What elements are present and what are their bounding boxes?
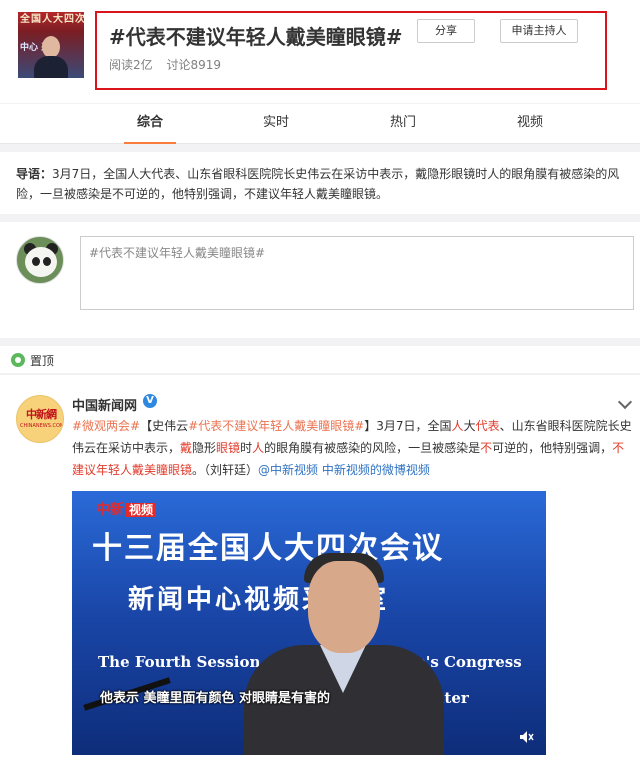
post-link[interactable]: @中新视频 [258, 463, 318, 477]
post-text-segment: 【史伟云 [140, 419, 189, 433]
post-link[interactable]: 中新视频的微博视频 [322, 463, 430, 477]
topic-intro: 导语：3月7日，全国人大代表、山东省眼科医院院长史伟云在采访中表示，戴隐形眼镜时… [0, 152, 640, 214]
compose-textarea[interactable]: #代表不建议年轻人戴美瞳眼镜# [80, 236, 634, 310]
post-text-segment: 眼镜 [216, 441, 241, 455]
post-text: #微观两会#【史伟云#代表不建议年轻人戴美瞳眼镜#】3月7日，全国人大代表、山东… [72, 415, 632, 481]
post-text-segment: 】3月7日，全国 [364, 419, 452, 433]
watermark-tag: 视频 [126, 503, 157, 517]
author-name[interactable]: 中国新闻网 [72, 395, 137, 414]
topic-tabs: 综合 实时 热门 视频 [0, 104, 640, 144]
verified-icon: V [143, 394, 157, 408]
panda-eye-left [32, 257, 40, 266]
video-title-line1: 十三届全国人大四次会议 [92, 531, 444, 566]
post-text-segment: 的眼角膜有被感染的风险，一旦被感染是 [264, 441, 481, 455]
topic-thumbnail[interactable]: 全国人大四次 中心 采访 [18, 12, 84, 78]
post-text-segment: 可逆的，他特别强调， [492, 441, 613, 455]
topic-header: 全国人大四次 中心 采访 #代表不建议年轻人戴美瞳眼镜# 阅读2亿 讨论8919… [0, 0, 640, 103]
post-link[interactable]: #代表不建议年轻人戴美瞳眼镜# [188, 419, 364, 433]
apply-host-button[interactable]: 申请主持人 [500, 19, 578, 43]
feed-post: 中新網 CHINANEWS.COM 中国新闻网 V #微观两会#【史伟云#代表不… [0, 375, 640, 761]
pinned-label: 置顶 [30, 354, 55, 368]
thumb-person-head [42, 36, 60, 58]
author-avatar[interactable]: 中新網 CHINANEWS.COM [16, 395, 64, 443]
tab-hot[interactable]: 热门 [373, 104, 433, 144]
mute-icon[interactable] [518, 729, 534, 745]
author-avatar-sub: CHINANEWS.COM [20, 423, 64, 429]
post-text-segment: 时 [240, 441, 253, 455]
panda-face [25, 247, 57, 277]
thumb-caption-top: 全国人大四次 [20, 14, 84, 25]
video-person-head [308, 561, 380, 653]
post-text-segment: 隐形 [192, 441, 217, 455]
topic-stats: 阅读2亿 讨论8919 [109, 56, 231, 73]
topic-page: 全国人大四次 中心 采访 #代表不建议年轻人戴美瞳眼镜# 阅读2亿 讨论8919… [0, 0, 640, 761]
post-text-segment: 大 [463, 419, 476, 433]
video-watermark: 中新 视频 [96, 499, 157, 519]
post-text-segment: 代表 [475, 419, 500, 433]
post-text-segment: 人 [451, 419, 464, 433]
share-button[interactable]: 分享 [417, 19, 475, 43]
post-text-segment: 人 [252, 441, 265, 455]
topic-title: #代表不建议年轻人戴美瞳眼镜# [109, 25, 403, 49]
topic-title-box: #代表不建议年轻人戴美瞳眼镜# 阅读2亿 讨论8919 分享 申请主持人 [95, 11, 607, 90]
post-text-segment: 不 [480, 441, 493, 455]
pin-icon [11, 353, 25, 367]
tab-comprehensive[interactable]: 综合 [120, 104, 180, 144]
post-text-segment: 。（刘轩廷） [192, 463, 259, 477]
panda-eye-right [43, 257, 51, 266]
avatar[interactable] [16, 236, 64, 284]
tab-video[interactable]: 视频 [500, 104, 560, 144]
watermark-brand: 中新 [96, 502, 124, 518]
video-player[interactable]: 中新 视频 十三届全国人大四次会议 新闻中心视频采访室 The Fourth Se… [72, 491, 546, 755]
discussion-count: 讨论8919 [166, 58, 222, 72]
post-composer: #代表不建议年轻人戴美瞳眼镜# [0, 222, 640, 338]
tab-realtime[interactable]: 实时 [246, 104, 306, 144]
thumb-person-body [34, 56, 68, 78]
post-link[interactable]: #微观两会# [72, 419, 140, 433]
read-count: 阅读2亿 [109, 58, 153, 72]
video-subtitle: 他表示 美瞳里面有颜色 对眼睛是有害的 [100, 691, 331, 706]
video-english-line: The Fourth Session of [98, 653, 283, 671]
pinned-bar: 置顶 [0, 346, 640, 374]
intro-prefix: 导语： [16, 167, 53, 181]
intro-text: 3月7日，全国人大代表、山东省眼科医院院长史伟云在采访中表示，戴隐形眼镜时人的眼… [16, 167, 620, 201]
post-text-segment: 戴 [180, 441, 193, 455]
chevron-down-icon[interactable] [617, 394, 633, 410]
author-avatar-logo: 中新網 [26, 408, 57, 421]
